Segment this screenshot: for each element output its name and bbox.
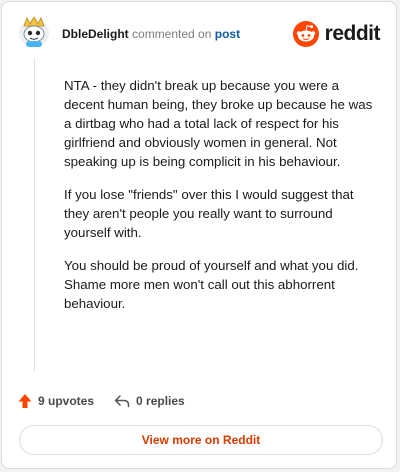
reply-arrow-icon [114,395,130,408]
comment-body: NTA - they didn't break up because you w… [64,76,382,327]
reddit-snoo-icon [292,21,319,47]
comment-header: DbleDelight commented on post reddit [18,16,381,56]
comment-embed-card: DbleDelight commented on post reddit NTA… [1,1,397,469]
post-link[interactable]: post [215,27,240,41]
snoo-avatar-icon [19,16,49,47]
comment-paragraph: If you lose "friends" over this I would … [64,187,354,240]
upvote-count: 9 upvotes [38,394,95,408]
reddit-wordmark: reddit [324,22,381,45]
upvote-button[interactable]: 9 upvotes [18,393,94,409]
reddit-logo[interactable]: reddit [292,20,381,48]
user-avatar[interactable] [18,16,50,48]
reply-count: 0 replies [136,394,185,408]
author-name[interactable]: DbleDelight [62,27,129,41]
reply-button[interactable]: 0 replies [114,394,185,408]
view-more-on-reddit-button[interactable]: View more on Reddit [19,425,383,455]
thread-line [34,58,35,372]
comment-paragraph: NTA - they didn't break up because you w… [64,78,373,169]
comment-byline: DbleDelight commented on post [62,27,240,41]
comment-actions: 9 upvotes 0 replies [18,391,380,411]
byline-verb: commented on [132,27,212,41]
upvote-arrow-icon [18,394,32,408]
comment-paragraph: You should be proud of yourself and what… [64,258,359,311]
